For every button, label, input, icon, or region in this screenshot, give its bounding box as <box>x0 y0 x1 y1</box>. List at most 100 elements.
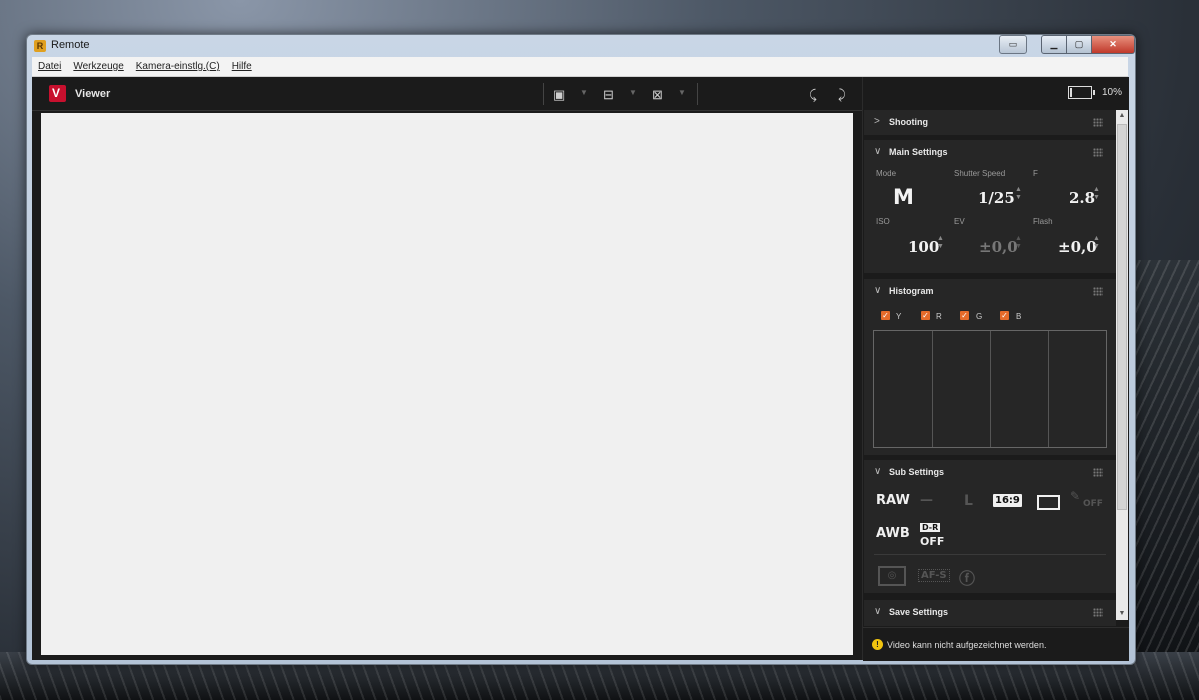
close-button[interactable]: ✕ <box>1092 35 1135 54</box>
dro-icon-top[interactable]: D-R <box>920 523 941 532</box>
app-window: R Remote ▭ ▁ ▢ ✕ Datei Werkzeuge Kamera-… <box>26 34 1136 665</box>
divider <box>874 554 1106 555</box>
battery-icon <box>1068 86 1095 99</box>
section-header[interactable]: ∨ Sub Settings <box>864 460 1116 484</box>
section-shooting: > Shooting <box>864 110 1116 135</box>
chevron-down-icon[interactable]: ▼ <box>629 88 637 97</box>
grid-overlay-icon[interactable]: ⊟ <box>603 87 614 103</box>
aspect-ratio-icon[interactable]: 16:9 <box>993 494 1022 507</box>
histogram-display <box>873 330 1107 448</box>
drag-handle-icon[interactable] <box>1093 608 1103 617</box>
white-balance-icon[interactable]: AWB <box>876 526 910 541</box>
status-bar: ! Video kann nicht aufgezeichnet werden. <box>863 627 1129 661</box>
window-title: Remote <box>51 39 90 51</box>
menu-datei[interactable]: Datei <box>32 61 67 72</box>
guide-lines-icon[interactable]: ⊠ <box>652 87 663 103</box>
ev-value: ±0,0 <box>979 238 1018 256</box>
checkbox-y-label: Y <box>896 312 902 321</box>
menu-kamera-einstellungen[interactable]: Kamera-einstlg.(C) <box>130 61 226 72</box>
toolbar-separator <box>543 83 544 105</box>
checkbox-r[interactable]: ✓ <box>921 311 930 320</box>
toolbar-separator <box>697 83 698 105</box>
aperture-label: F <box>1033 169 1038 178</box>
flash-mode-icon: ⓕ <box>959 569 976 588</box>
flash-value[interactable]: ±0,0 <box>1058 238 1097 256</box>
drag-handle-icon[interactable] <box>1093 148 1103 157</box>
menu-hilfe[interactable]: Hilfe <box>226 61 258 72</box>
checkbox-b[interactable]: ✓ <box>1000 311 1009 320</box>
scroll-thumb[interactable] <box>1117 124 1127 510</box>
panel-scrollbar[interactable]: ▲ ▼ <box>1116 110 1128 620</box>
picture-frame-icon[interactable] <box>1037 495 1060 510</box>
checkbox-g[interactable]: ✓ <box>960 311 969 320</box>
window-aux-button[interactable]: ▭ <box>999 35 1027 54</box>
iso-value[interactable]: 100 <box>908 238 939 256</box>
chevron-down-icon: ∨ <box>874 285 882 296</box>
chevron-down-icon[interactable]: ▼ <box>580 88 588 97</box>
drag-handle-icon[interactable] <box>1093 468 1103 477</box>
mode-value[interactable]: M <box>893 185 914 209</box>
section-title: Save Settings <box>889 607 949 617</box>
section-header[interactable]: > Shooting <box>864 110 1116 134</box>
display-mode-icon[interactable]: ▣ <box>553 87 565 103</box>
iso-label: ISO <box>876 217 890 226</box>
checkbox-r-label: R <box>936 312 942 321</box>
title-bar[interactable]: R Remote ▭ ▁ ▢ ✕ <box>27 35 1135 57</box>
battery-level: 10% <box>1102 87 1123 98</box>
shutter-speed-value[interactable]: 1/25 <box>978 189 1015 207</box>
flash-stepper[interactable]: ▲ ▼ <box>1093 235 1100 251</box>
checkbox-b-label: B <box>1016 312 1022 321</box>
section-title: Shooting <box>889 117 928 127</box>
chevron-right-icon: > <box>874 116 880 127</box>
checkbox-g-label: G <box>976 312 983 321</box>
section-histogram: ∨ Histogram ✓ Y ✓ R ✓ G ✓ B <box>864 279 1116 455</box>
app-icon: R <box>34 40 46 52</box>
chevron-down-icon[interactable]: ▼ <box>678 88 686 97</box>
file-format-icon[interactable]: RAW <box>876 493 910 508</box>
drag-handle-icon[interactable] <box>1093 118 1103 127</box>
scroll-down-icon[interactable]: ▼ <box>1116 608 1128 620</box>
status-message: Video kann nicht aufgezeichnet werden. <box>887 640 1047 650</box>
focus-mode-icon: AF-S <box>918 569 950 582</box>
dro-icon-bottom[interactable]: OFF <box>920 535 944 548</box>
section-main-settings: ∨ Main Settings Mode Shutter Speed F M 1… <box>864 140 1116 273</box>
viewer-canvas[interactable] <box>41 113 853 655</box>
chevron-down-icon: ∨ <box>874 466 882 477</box>
chevron-down-icon: ∨ <box>874 606 882 617</box>
remote-control-panel: 10% > Shooting ∨ Main Settings Mode Shut… <box>862 77 1129 661</box>
shutter-speed-label: Shutter Speed <box>954 169 1006 178</box>
iso-stepper[interactable]: ▲ ▼ <box>937 235 944 251</box>
checkbox-y[interactable]: ✓ <box>881 311 890 320</box>
aperture-stepper[interactable]: ▲ ▼ <box>1093 186 1100 202</box>
minimize-button[interactable]: ▁ <box>1041 35 1067 54</box>
scroll-up-icon[interactable]: ▲ <box>1116 110 1128 122</box>
quality-icon: — <box>920 493 933 508</box>
section-title: Sub Settings <box>889 467 945 477</box>
chevron-down-icon: ∨ <box>874 146 882 157</box>
section-save-settings: ∨ Save Settings <box>864 600 1116 626</box>
section-header[interactable]: ∨ Main Settings <box>864 140 1116 164</box>
drag-handle-icon[interactable] <box>1093 287 1103 296</box>
maximize-button[interactable]: ▢ <box>1067 35 1092 54</box>
viewer-header: V Viewer ▣ ▼ ⊟ ▼ ⊠ ▼ ⤹ ⤸ <box>32 77 862 111</box>
menu-werkzeuge[interactable]: Werkzeuge <box>67 61 129 72</box>
ev-label: EV <box>954 217 965 226</box>
flash-label: Flash <box>1033 217 1053 226</box>
window-controls: ▁ ▢ ✕ <box>1041 35 1135 54</box>
viewer-logo-icon: V <box>49 85 66 102</box>
rotate-left-icon[interactable]: ⤹ <box>809 87 817 103</box>
mode-label: Mode <box>876 169 897 178</box>
image-size-icon: L <box>964 493 973 509</box>
viewer-title: Viewer <box>75 88 111 100</box>
aperture-value[interactable]: 2.8 <box>1069 189 1095 207</box>
rotate-right-icon[interactable]: ⤸ <box>838 87 846 103</box>
client-area: V Viewer ▣ ▼ ⊟ ▼ ⊠ ▼ ⤹ ⤸ 10% > Shooting <box>32 77 1129 661</box>
section-header[interactable]: ∨ Save Settings <box>864 600 1116 624</box>
off-badge: OFF <box>1083 499 1103 509</box>
section-sub-settings: ∨ Sub Settings RAW — L 16:9 ✎ OFF AWB D-… <box>864 460 1116 593</box>
shutter-speed-stepper[interactable]: ▲ ▼ <box>1015 186 1022 202</box>
section-title: Main Settings <box>889 147 948 157</box>
menu-bar: Datei Werkzeuge Kamera-einstlg.(C) Hilfe <box>32 57 1128 77</box>
section-title: Histogram <box>889 286 934 296</box>
section-header[interactable]: ∨ Histogram <box>864 279 1116 303</box>
